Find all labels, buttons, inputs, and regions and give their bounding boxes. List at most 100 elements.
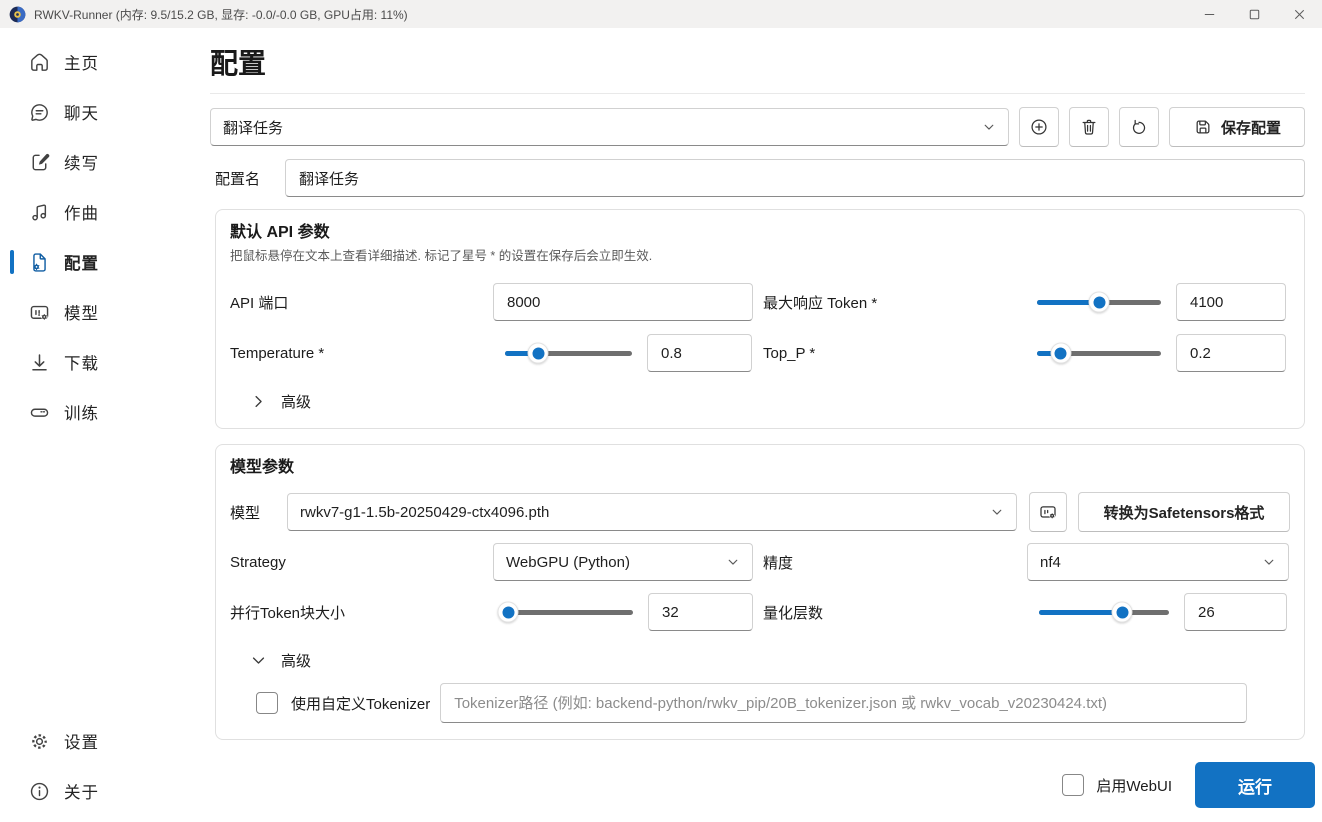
model-icon [30, 305, 49, 320]
trash-icon [1082, 119, 1096, 135]
home-icon [31, 53, 48, 71]
top-p-input[interactable] [1176, 334, 1286, 372]
minimize-button[interactable] [1187, 0, 1232, 28]
chunk-input[interactable] [648, 593, 753, 631]
minimize-icon [1204, 13, 1215, 15]
slider-thumb[interactable] [1111, 601, 1133, 623]
temperature-slider[interactable] [505, 342, 632, 364]
sidebar-item-label: 下载 [64, 355, 99, 373]
config-select[interactable]: 翻译任务 [210, 108, 1009, 146]
quant-input[interactable] [1184, 593, 1287, 631]
api-port-label: API 端口 [230, 294, 289, 312]
slider-rail [503, 610, 633, 615]
model-advanced-label: 高级 [281, 652, 312, 670]
add-config-button[interactable] [1019, 107, 1059, 147]
model-row: 模型 rwkv7-g1-1.5b-20250429-ctx4096.pth 转换… [230, 492, 1290, 532]
slider-thumb[interactable] [527, 342, 549, 364]
close-icon [1294, 9, 1305, 19]
api-params-subtitle: 把鼠标悬停在文本上查看详细描述. 标记了星号 * 的设置在保存后会立即生效. [230, 249, 653, 263]
info-icon [30, 782, 49, 800]
max-tokens-label: 最大响应 Token * [763, 294, 878, 312]
compose-icon [32, 153, 50, 170]
api-advanced-toggle[interactable]: 高级 [249, 390, 1290, 412]
train-icon [30, 408, 49, 417]
sidebar-item-home[interactable]: 主页 [0, 37, 200, 87]
add-icon [1031, 119, 1047, 135]
window-title: RWKV-Runner (内存: 9.5/15.2 GB, 显存: -0.0/-… [34, 7, 408, 22]
api-advanced-label: 高级 [281, 393, 312, 411]
sidebar-item-label: 作曲 [64, 205, 99, 223]
sidebar-item-about[interactable]: 关于 [0, 766, 200, 816]
enable-webui-checkbox[interactable] [1062, 774, 1085, 796]
chevron-down-icon [728, 559, 738, 565]
precision-select[interactable]: nf4 [1027, 543, 1289, 581]
sidebar-item-settings[interactable]: 设置 [0, 716, 200, 766]
sidebar-item-label: 主页 [64, 55, 99, 73]
footer-bar: 启用WebUI 运行 [210, 762, 1315, 808]
top-p-slider[interactable] [1037, 342, 1161, 364]
run-button[interactable]: 运行 [1195, 762, 1315, 808]
strategy-select[interactable]: WebGPU (Python) [493, 543, 753, 581]
sidebar-item-models[interactable]: 模型 [0, 287, 200, 337]
download-icon [32, 353, 47, 371]
sidebar-item-downloads[interactable]: 下载 [0, 337, 200, 387]
close-button[interactable] [1277, 0, 1322, 28]
precision-select-value: nf4 [1040, 553, 1061, 571]
tokenizer-path-input[interactable] [440, 683, 1248, 723]
custom-tokenizer-checkbox[interactable] [256, 692, 278, 714]
chunk-slider[interactable] [497, 601, 633, 623]
api-params-panel: 默认 API 参数 把鼠标悬停在文本上查看详细描述. 标记了星号 * 的设置在保… [215, 209, 1305, 429]
quant-slider[interactable] [1039, 601, 1169, 623]
gear-icon [32, 733, 47, 749]
model-advanced-toggle[interactable]: 高级 [249, 649, 1290, 671]
top-p-label: Top_P * [763, 344, 816, 362]
api-row-1: API 端口 最大响应 Token * [230, 283, 1290, 321]
strategy-row: Strategy WebGPU (Python) 精度 nf4 [230, 543, 1290, 581]
model-params-panel: 模型参数 模型 rwkv7-g1-1.5b-20250429-ctx4096.p… [215, 444, 1305, 740]
maximize-button[interactable] [1232, 0, 1277, 28]
sidebar-item-label: 训练 [64, 405, 99, 423]
sidebar-item-label: 模型 [64, 305, 99, 323]
sidebar-item-label: 设置 [64, 734, 99, 752]
strategy-select-value: WebGPU (Python) [506, 553, 630, 571]
reset-config-button[interactable] [1119, 107, 1159, 147]
save-config-button[interactable]: 保存配置 [1169, 107, 1305, 147]
sidebar-item-composition[interactable]: 作曲 [0, 187, 200, 237]
custom-tokenizer-label: 使用自定义Tokenizer [291, 695, 431, 713]
api-port-input[interactable] [493, 283, 753, 321]
chevron-down-icon [992, 509, 1002, 515]
music-icon [32, 203, 47, 221]
slider-thumb[interactable] [1050, 342, 1072, 364]
delete-config-button[interactable] [1069, 107, 1109, 147]
config-name-row: 配置名 [215, 159, 1305, 197]
slider-thumb[interactable] [497, 601, 519, 623]
sidebar-item-train[interactable]: 训练 [0, 387, 200, 437]
app-logo-icon [9, 6, 26, 22]
sidebar-item-label: 配置 [64, 255, 99, 273]
sidebar-item-completion[interactable]: 续写 [0, 137, 200, 187]
api-params-title: 默认 API 参数 [230, 224, 330, 241]
manage-models-button[interactable] [1029, 492, 1067, 532]
config-name-input[interactable] [285, 159, 1305, 197]
undo-icon [1132, 119, 1146, 134]
page-title: 配置 [210, 48, 267, 79]
temperature-input[interactable] [647, 334, 752, 372]
chevron-down-icon [1264, 559, 1274, 565]
convert-safetensors-button[interactable]: 转换为Safetensors格式 [1078, 492, 1290, 532]
config-name-label: 配置名 [215, 170, 261, 188]
convert-safetensors-label: 转换为Safetensors格式 [1103, 504, 1265, 522]
sidebar: 主页 聊天 续写 作曲 配置 模型 下载 训练 设置 关于 [0, 28, 200, 822]
model-sliders-row: 并行Token块大小 量化层数 [230, 593, 1290, 631]
model-label: 模型 [230, 504, 261, 522]
main-content: 配置 翻译任务 保存配置 配置名 翻译任务 默认 API 参数 把鼠标悬停在文本… [200, 28, 1322, 822]
chevron-down-icon [984, 124, 994, 130]
model-select[interactable]: rwkv7-g1-1.5b-20250429-ctx4096.pth [287, 493, 1017, 531]
slider-thumb[interactable] [1088, 291, 1110, 313]
model-gear-icon [1040, 506, 1056, 519]
max-tokens-slider[interactable] [1037, 291, 1161, 313]
chevron-right-icon [255, 395, 262, 407]
sidebar-item-label: 聊天 [64, 105, 99, 123]
sidebar-item-config[interactable]: 配置 [0, 237, 200, 287]
sidebar-item-chat[interactable]: 聊天 [0, 87, 200, 137]
max-tokens-input[interactable] [1176, 283, 1286, 321]
